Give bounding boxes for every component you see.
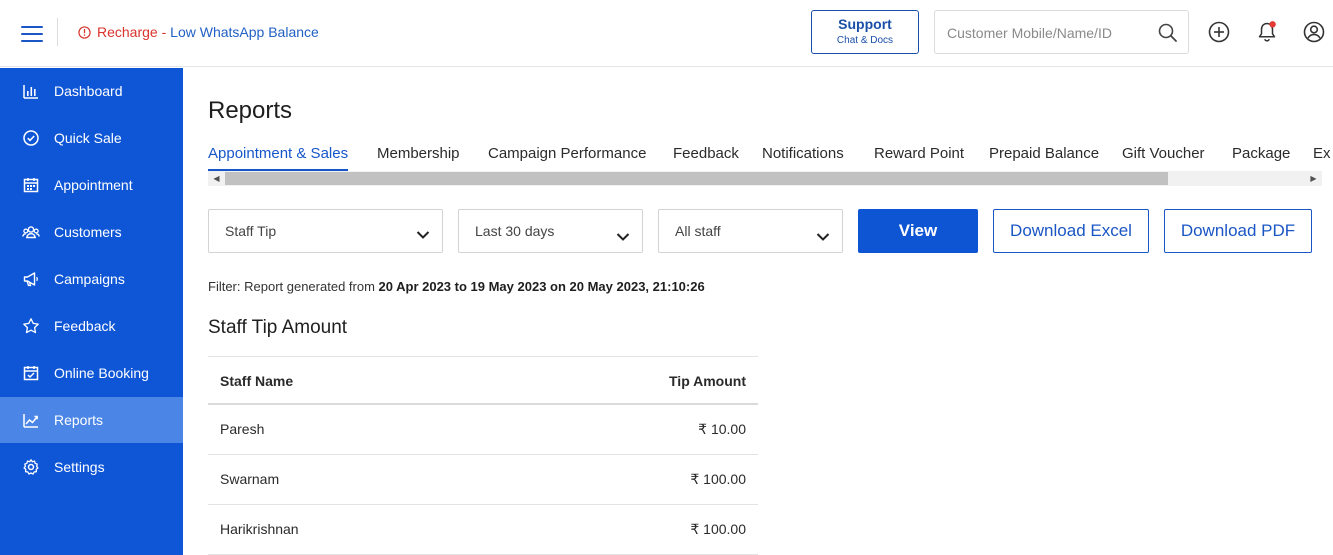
sidebar-item-label: Campaigns <box>54 271 125 287</box>
staff-select[interactable]: All staff <box>658 209 843 253</box>
star-icon <box>22 317 40 335</box>
tab-overflow[interactable]: Ex <box>1313 145 1331 171</box>
table-row: Swarnam ₹ 100.00 <box>208 455 758 505</box>
chevron-down-icon <box>816 229 830 241</box>
calendar-icon <box>22 176 40 194</box>
column-header-staff-name[interactable]: Staff Name <box>220 373 293 389</box>
sidebar-item-customers[interactable]: Customers <box>0 209 183 255</box>
sidebar-item-label: Online Booking <box>54 365 149 381</box>
tip-amount-cell: ₹ 100.00 <box>690 521 746 537</box>
search-icon[interactable] <box>1157 22 1179 44</box>
tab-feedback[interactable]: Feedback <box>673 145 739 171</box>
tab-prepaid-balance[interactable]: Prepaid Balance <box>989 145 1099 171</box>
sidebar-item-label: Feedback <box>54 318 116 334</box>
user-icon[interactable] <box>1302 20 1326 44</box>
line-chart-icon <box>22 411 40 429</box>
filter-prefix: Filter: Report generated from <box>208 279 379 294</box>
report-tabs: Appointment & Sales Membership Campaign … <box>208 145 1333 171</box>
users-icon <box>22 223 40 241</box>
sidebar: Dashboard Quick Sale Appointment Custome… <box>0 68 183 555</box>
sidebar-item-label: Settings <box>54 459 105 475</box>
date-range-value: Last 30 days <box>475 223 555 239</box>
filter-date-range: 20 Apr 2023 to 19 May 2023 on 20 May 202… <box>378 279 705 294</box>
support-title: Support <box>838 16 892 32</box>
support-button[interactable]: Support Chat & Docs <box>811 10 919 54</box>
table-row: Paresh ₹ 10.00 <box>208 405 758 455</box>
sidebar-item-label: Appointment <box>54 177 133 193</box>
sidebar-item-reports[interactable]: Reports <box>0 397 183 443</box>
sidebar-item-label: Reports <box>54 412 104 428</box>
customer-search-input[interactable] <box>947 22 1147 44</box>
bell-icon[interactable] <box>1255 20 1279 44</box>
info-circle-icon <box>78 26 91 42</box>
sidebar-item-dashboard[interactable]: Dashboard <box>0 68 183 114</box>
staff-name-cell: Swarnam <box>220 471 280 487</box>
sidebar-item-label: Quick Sale <box>54 130 122 146</box>
table-header-row: Staff Name Tip Amount <box>208 357 758 405</box>
megaphone-icon <box>22 270 40 288</box>
support-subtitle: Chat & Docs <box>836 35 894 46</box>
sidebar-item-label: Customers <box>54 224 122 240</box>
staff-name-cell: Paresh <box>220 421 265 437</box>
sidebar-item-campaigns[interactable]: Campaigns <box>0 256 183 302</box>
tab-membership[interactable]: Membership <box>377 145 460 171</box>
tip-amount-cell: ₹ 100.00 <box>690 471 746 487</box>
sidebar-item-settings[interactable]: Settings <box>0 444 183 490</box>
download-excel-button[interactable]: Download Excel <box>993 209 1149 253</box>
sidebar-item-appointment[interactable]: Appointment <box>0 162 183 208</box>
sidebar-item-online-booking[interactable]: Online Booking <box>0 350 183 396</box>
chevron-down-icon <box>416 227 430 239</box>
scrollbar-thumb[interactable] <box>225 172 1168 185</box>
tab-package[interactable]: Package <box>1232 145 1290 171</box>
top-bar: Recharge - Low WhatsApp Balance Support … <box>0 0 1333 67</box>
alert-separator: - <box>157 24 171 40</box>
tab-gift-voucher[interactable]: Gift Voucher <box>1122 145 1205 171</box>
scroll-left-arrow-icon[interactable]: ◀ <box>209 171 224 186</box>
page-title: Reports <box>208 97 293 124</box>
section-title: Staff Tip Amount <box>208 317 348 338</box>
sidebar-item-quick-sale[interactable]: Quick Sale <box>0 115 183 161</box>
tab-campaign-performance[interactable]: Campaign Performance <box>488 145 646 171</box>
low-balance-alert[interactable]: Recharge - Low WhatsApp Balance <box>78 24 319 42</box>
report-type-select[interactable]: Staff Tip <box>208 209 443 253</box>
tab-reward-point[interactable]: Reward Point <box>874 145 964 171</box>
gear-icon <box>22 458 40 476</box>
table-row: Harikrishnan ₹ 100.00 <box>208 505 758 555</box>
plus-circle-icon[interactable] <box>1207 20 1231 44</box>
calendar-check-icon <box>22 364 40 382</box>
recharge-link[interactable]: Recharge <box>97 24 158 40</box>
alert-message[interactable]: Low WhatsApp Balance <box>170 24 319 40</box>
sidebar-item-label: Dashboard <box>54 83 123 99</box>
check-circle-icon <box>22 129 40 147</box>
report-filter-info: Filter: Report generated from 20 Apr 202… <box>208 279 705 294</box>
report-type-value: Staff Tip <box>225 223 277 239</box>
view-button[interactable]: View <box>858 209 978 253</box>
date-range-select[interactable]: Last 30 days <box>458 209 643 253</box>
chevron-down-icon <box>616 229 630 241</box>
sidebar-item-feedback[interactable]: Feedback <box>0 303 183 349</box>
column-header-tip-amount[interactable]: Tip Amount <box>669 373 746 389</box>
divider <box>57 18 58 46</box>
staff-value: All staff <box>675 223 721 239</box>
tabs-horizontal-scrollbar[interactable]: ◀ ▶ <box>208 171 1322 186</box>
tab-appointment-sales[interactable]: Appointment & Sales <box>208 145 349 171</box>
tip-amount-cell: ₹ 10.00 <box>698 421 746 437</box>
staff-name-cell: Harikrishnan <box>220 521 299 537</box>
customer-search <box>934 10 1189 54</box>
tab-notifications[interactable]: Notifications <box>762 145 844 171</box>
bar-chart-icon <box>22 82 40 100</box>
staff-tip-table: Staff Name Tip Amount Paresh ₹ 10.00 Swa… <box>208 356 758 555</box>
download-pdf-button[interactable]: Download PDF <box>1164 209 1312 253</box>
hamburger-menu-icon[interactable] <box>21 23 43 43</box>
scroll-right-arrow-icon[interactable]: ▶ <box>1306 171 1321 186</box>
